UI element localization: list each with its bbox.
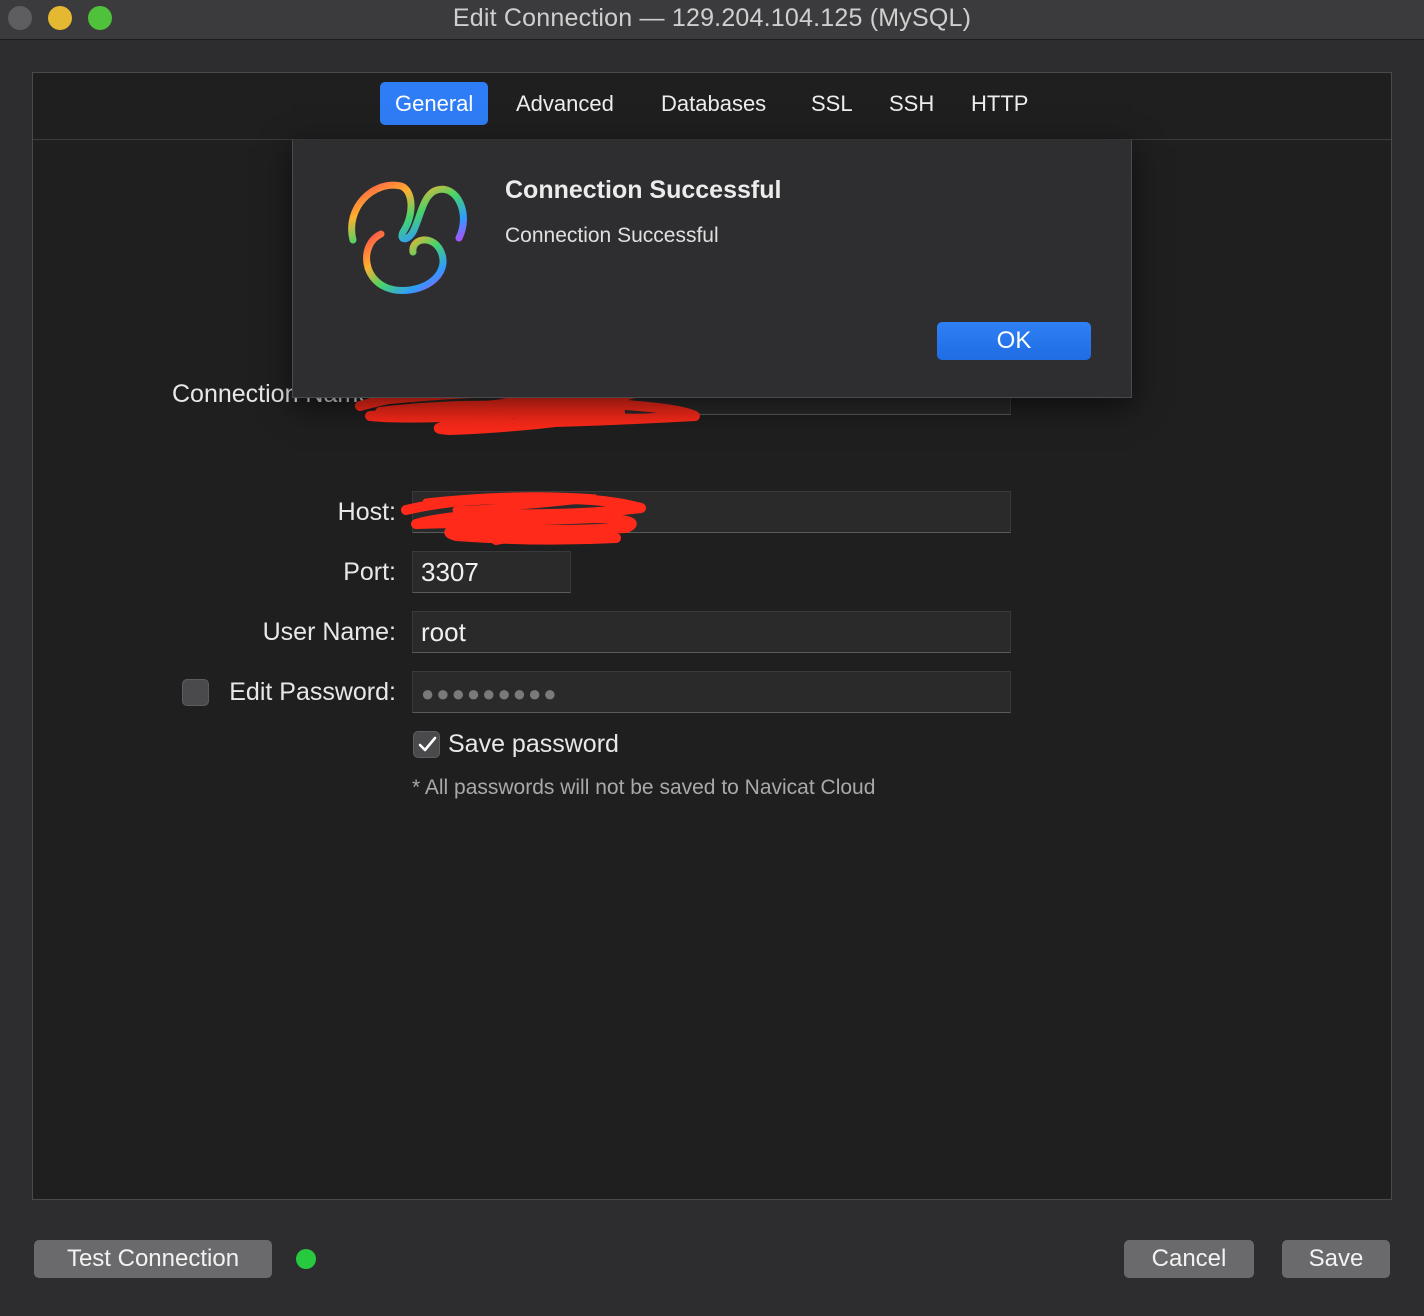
password-mask: ●●●●●●●●●	[421, 681, 559, 706]
host-label: Host:	[337, 498, 396, 526]
host-field[interactable]	[412, 491, 1011, 533]
tab-bar: General Advanced Databases SSL SSH HTTP	[33, 73, 1391, 140]
edit-password-checkbox[interactable]	[182, 679, 209, 706]
cloud-note: * All passwords will not be saved to Nav…	[412, 776, 876, 799]
username-label: User Name:	[262, 618, 396, 646]
tab-ssh[interactable]: SSH	[874, 82, 949, 125]
ok-button[interactable]: OK	[937, 322, 1091, 360]
window-title: Edit Connection — 129.204.104.125 (MySQL…	[452, 4, 972, 32]
connection-status-indicator	[296, 1249, 316, 1269]
username-field[interactable]: root	[412, 611, 1011, 653]
save-password-checkbox[interactable]	[413, 731, 440, 758]
checkmark-icon	[418, 736, 437, 752]
cancel-button[interactable]: Cancel	[1124, 1240, 1254, 1278]
tab-http[interactable]: HTTP	[956, 82, 1043, 125]
connection-success-dialog: Connection Successful Connection Success…	[292, 140, 1132, 398]
tab-databases[interactable]: Databases	[646, 82, 781, 125]
title-bar: Edit Connection — 129.204.104.125 (MySQL…	[0, 0, 1424, 40]
test-connection-button[interactable]: Test Connection	[34, 1240, 272, 1278]
navicat-logo-icon	[348, 181, 467, 294]
tab-advanced[interactable]: Advanced	[501, 82, 629, 125]
edit-password-label: Edit Password:	[229, 678, 396, 706]
dialog-title: Connection Successful	[505, 176, 782, 204]
tab-general[interactable]: General	[380, 82, 489, 125]
port-field[interactable]: 3307	[412, 551, 571, 593]
dialog-message: Connection Successful	[505, 224, 719, 247]
save-button[interactable]: Save	[1282, 1240, 1390, 1278]
port-label: Port:	[343, 558, 396, 586]
tab-ssl[interactable]: SSL	[796, 82, 868, 125]
save-password-label: Save password	[448, 730, 619, 758]
password-field[interactable]: ●●●●●●●●●	[412, 671, 1011, 713]
